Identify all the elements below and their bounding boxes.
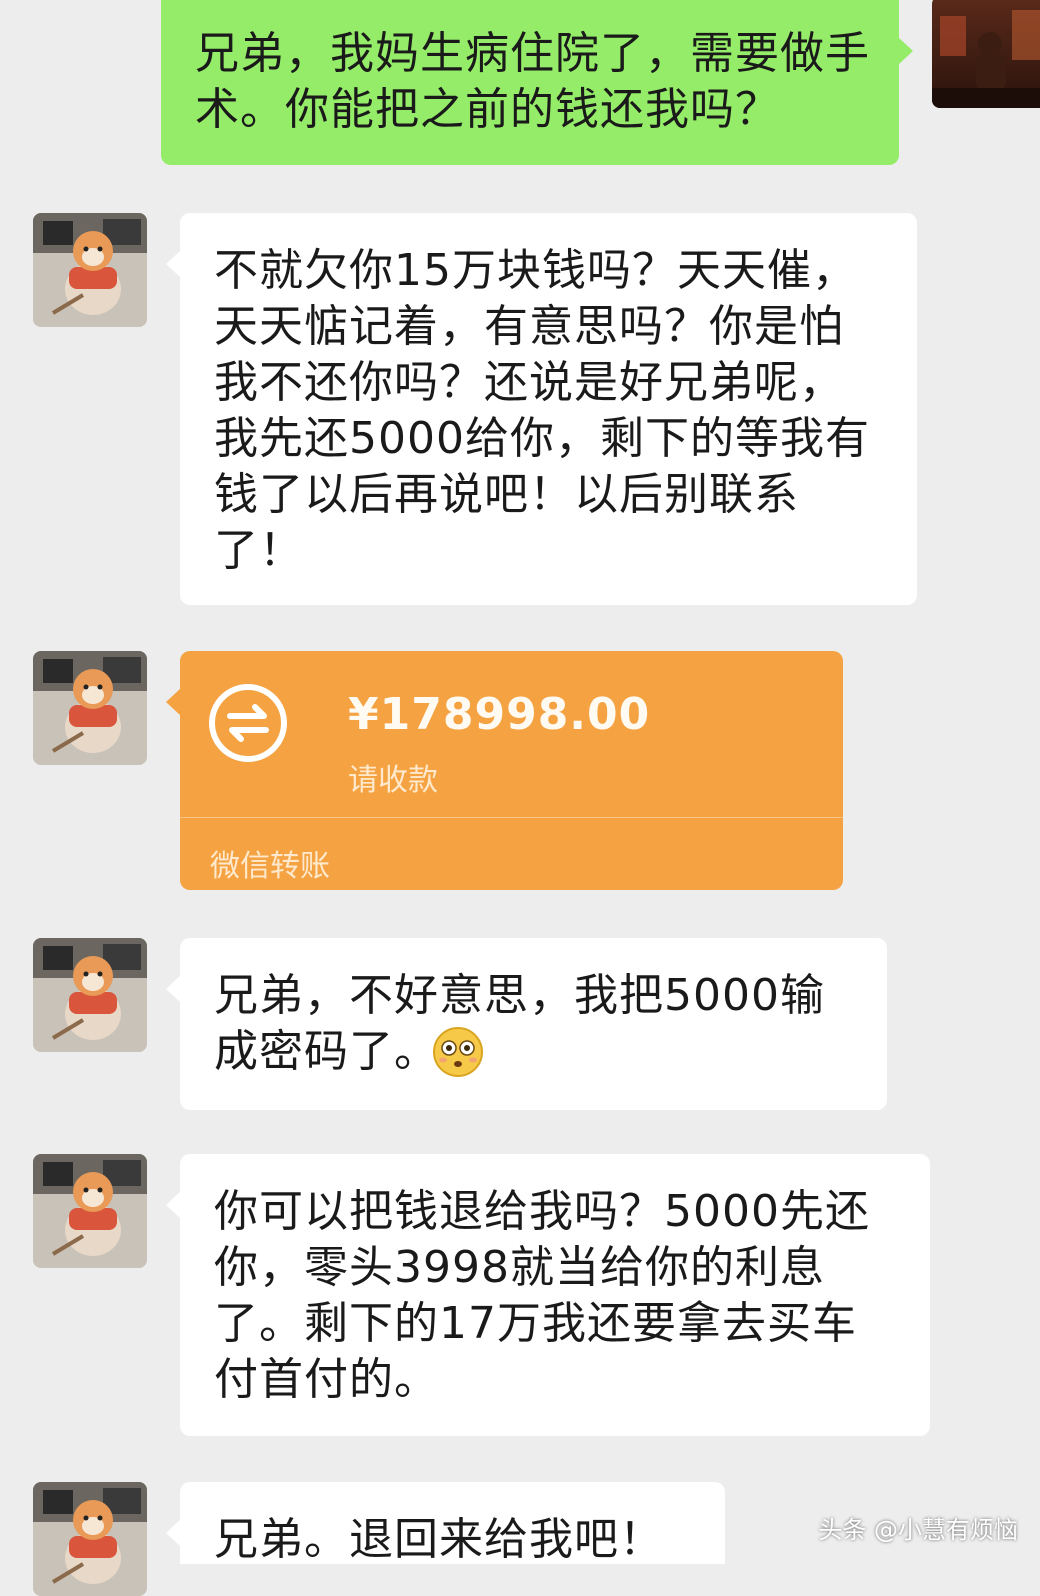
transfer-arrows-icon: [209, 684, 287, 762]
message-text: 兄弟。退回来给我吧！: [214, 1514, 664, 1565]
message-bubble-received[interactable]: 兄弟，不好意思，我把5000输成密码了。: [166, 938, 887, 1110]
transfer-divider: [180, 817, 843, 818]
friend-avatar[interactable]: [33, 651, 147, 765]
message-bubble-sent[interactable]: 兄弟，我妈生病住院了，需要做手术。你能把之前的钱还我吗？: [161, 0, 913, 165]
friend-avatar[interactable]: [33, 1482, 147, 1596]
message-text: 不就欠你15万块钱吗？天天催，天天惦记着，有意思吗？你是怕我不还你吗？还说是好兄…: [214, 245, 870, 576]
message-bubble-received[interactable]: 不就欠你15万块钱吗？天天催，天天惦记着，有意思吗？你是怕我不还你吗？还说是好兄…: [166, 213, 917, 605]
wechat-transfer-card[interactable]: ¥178998.00 请收款 微信转账: [166, 651, 843, 890]
transfer-amount: ¥178998.00: [348, 689, 651, 740]
self-avatar[interactable]: [932, 0, 1040, 108]
transfer-status: 请收款: [348, 763, 438, 798]
flushed-face-icon: [433, 1027, 483, 1077]
message-text: 你可以把钱退给我吗？5000先还你，零头3998就当给你的利息了。剩下的17万我…: [214, 1186, 870, 1405]
friend-avatar[interactable]: [33, 1154, 147, 1268]
friend-avatar[interactable]: [33, 938, 147, 1052]
message-text: 兄弟，不好意思，我把5000输成密码了。: [214, 970, 825, 1077]
watermark: 头条 @小慧有烦恼: [818, 1516, 1018, 1544]
friend-avatar[interactable]: [33, 213, 147, 327]
message-text: 兄弟，我妈生病住院了，需要做手术。你能把之前的钱还我吗？: [195, 28, 870, 135]
message-bubble-received[interactable]: 兄弟。退回来给我吧！: [166, 1482, 725, 1565]
transfer-label: 微信转账: [210, 849, 330, 884]
message-bubble-received[interactable]: 你可以把钱退给我吗？5000先还你，零头3998就当给你的利息了。剩下的17万我…: [166, 1154, 930, 1436]
